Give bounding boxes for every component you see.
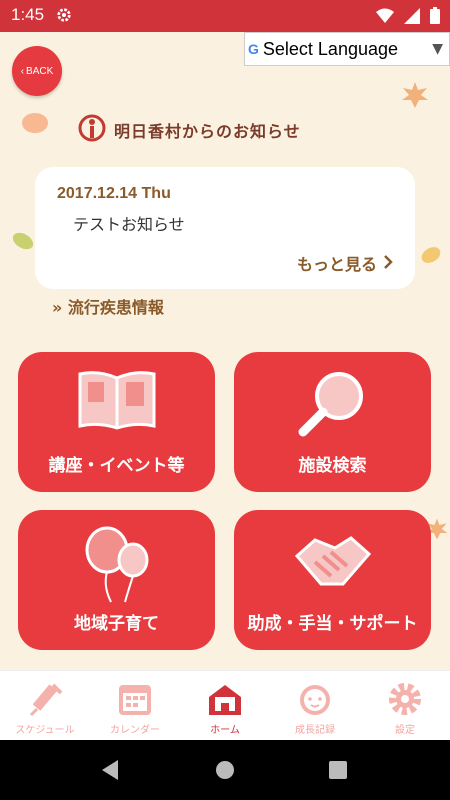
tile-events[interactable]: 講座・イベント等 [18, 352, 215, 492]
tile-facility-search-label: 施設検索 [298, 456, 367, 476]
more-link[interactable]: もっと見る [297, 251, 393, 275]
magnifier-icon [293, 368, 373, 444]
tab-settings-label: 設定 [395, 725, 415, 736]
status-bar: 1:45 [0, 0, 450, 32]
home-icon [205, 679, 245, 723]
tile-events-label: 講座・イベント等 [48, 456, 185, 476]
battery-icon [430, 7, 440, 28]
tab-calendar[interactable]: カレンダー [90, 671, 180, 741]
handshake-icon [291, 526, 375, 600]
tile-childcare-label: 地域子育て [74, 614, 159, 634]
yellow-leaf-icon [418, 242, 444, 272]
news-card[interactable]: 2017.12.14 Thu テストお知らせ もっと見る [35, 167, 415, 289]
bottom-tab-bar: スケジュール カレンダー ホーム 成長記録 設定 [0, 670, 450, 741]
village-emblem-icon [78, 114, 106, 146]
tab-growth-record-label: 成長記録 [295, 725, 335, 736]
epidemic-info-label: 流行疾患情報 [67, 298, 164, 317]
wifi-icon [376, 8, 394, 28]
back-label: BACK [26, 65, 54, 77]
book-icon [76, 368, 158, 436]
nav-back-icon[interactable] [100, 759, 120, 785]
google-icon: G [248, 41, 259, 57]
tile-support[interactable]: 助成・手当・サポート [234, 510, 431, 650]
back-button[interactable]: ‹ BACK [12, 46, 62, 96]
dropdown-arrow-icon: ▼ [432, 41, 443, 57]
double-chevron-icon: » [52, 298, 63, 317]
nav-recents-icon[interactable] [328, 760, 348, 784]
tile-childcare[interactable]: 地域子育て [18, 510, 215, 650]
tab-settings[interactable]: 設定 [360, 671, 450, 741]
tile-facility-search[interactable]: 施設検索 [234, 352, 431, 492]
page-title: 明日香村からのお知らせ [78, 114, 301, 146]
tab-schedule-label: スケジュール [15, 725, 75, 736]
status-time: 1:45 [11, 5, 45, 24]
tab-growth-record[interactable]: 成長記録 [270, 671, 360, 741]
nav-home-icon[interactable] [214, 759, 236, 785]
green-leaf-icon [10, 228, 36, 258]
maple-leaf-icon [400, 80, 430, 114]
chevron-left-icon: ‹ [20, 65, 25, 77]
news-date: 2017.12.14 Thu [57, 185, 171, 202]
gear-icon [385, 679, 425, 723]
baby-face-icon [295, 679, 335, 723]
settings-notification-icon [56, 7, 72, 27]
tab-home[interactable]: ホーム [180, 671, 270, 741]
tile-support-label: 助成・手当・サポート [247, 614, 418, 634]
syringe-icon [25, 679, 65, 723]
language-select[interactable]: G Select Language ▼ [244, 32, 450, 66]
language-select-label: Select Language [262, 38, 399, 59]
calendar-icon [115, 679, 155, 723]
system-nav-bar [0, 740, 450, 800]
balloon-icon [77, 526, 157, 608]
chevron-right-icon [383, 254, 393, 273]
page-title-text: 明日香村からのお知らせ [114, 122, 301, 141]
news-text[interactable]: テストお知らせ [73, 211, 185, 235]
round-leaf-icon [20, 108, 50, 142]
tab-schedule[interactable]: スケジュール [0, 671, 90, 741]
more-link-label: もっと見る [296, 255, 377, 274]
tab-home-label: ホーム [210, 725, 240, 736]
tab-calendar-label: カレンダー [110, 725, 160, 736]
epidemic-info-link[interactable]: » 流行疾患情報 [52, 294, 164, 318]
signal-icon [404, 7, 420, 28]
main-content[interactable]: ‹ BACK G Select Language ▼ 明日香村からのお知らせ 2… [0, 32, 450, 670]
